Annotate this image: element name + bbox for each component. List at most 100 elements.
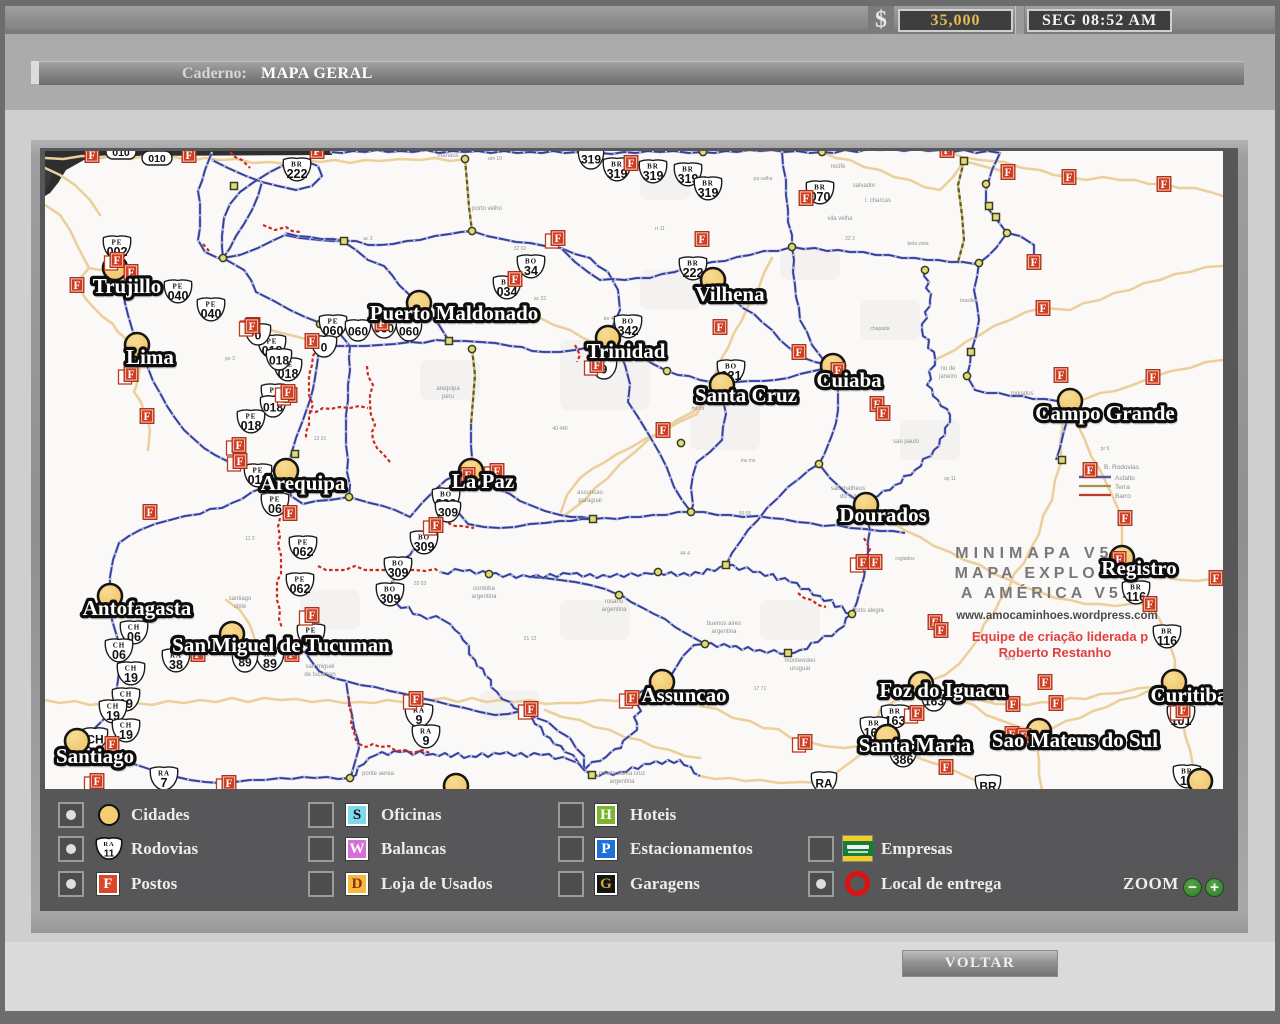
svg-text:Santa Cruz: Santa Cruz	[695, 383, 797, 407]
svg-text:40 440: 40 440	[552, 426, 568, 432]
svg-text:F: F	[113, 255, 120, 267]
svg-text:Cuiaba: Cuiaba	[816, 368, 882, 392]
svg-text:porto alegre: porto alegre	[852, 608, 885, 614]
svg-text:F: F	[93, 776, 100, 788]
svg-text:manaus: manaus	[437, 153, 458, 159]
svg-text:19: 19	[119, 728, 133, 742]
svg-text:062: 062	[293, 545, 314, 559]
svg-text:F: F	[412, 694, 419, 706]
svg-text:Arequipa: Arequipa	[261, 471, 346, 495]
svg-text:sao matheus: sao matheus	[831, 486, 865, 492]
svg-text:9: 9	[423, 734, 430, 748]
svg-text:F: F	[1065, 172, 1072, 184]
svg-text:F: F	[801, 737, 808, 749]
svg-text:060: 060	[348, 325, 368, 339]
svg-text:www.amocaminhoes.wordpress.com: www.amocaminhoes.wordpress.com	[955, 610, 1158, 622]
svg-text:F: F	[1004, 167, 1011, 179]
svg-text:Barro: Barro	[1115, 493, 1131, 500]
svg-text:do sul: do sul	[840, 494, 856, 500]
svg-text:RA: RA	[815, 777, 833, 790]
svg-text:ms ms: ms ms	[741, 458, 756, 464]
svg-text:116: 116	[1157, 634, 1177, 648]
svg-text:F: F	[627, 158, 634, 170]
svg-text:F: F	[554, 233, 561, 245]
svg-text:recife: recife	[831, 164, 846, 170]
svg-text:Sao Mateus do Sul: Sao Mateus do Sul	[992, 728, 1158, 752]
svg-text:Dourados: Dourados	[839, 503, 927, 527]
svg-text:034: 034	[497, 285, 518, 299]
svg-text:309: 309	[414, 540, 435, 554]
svg-text:50 05: 50 05	[739, 511, 752, 517]
svg-text:319: 319	[698, 186, 719, 200]
svg-text:montevideo: montevideo	[784, 658, 816, 664]
svg-text:F: F	[236, 456, 243, 468]
svg-text:F: F	[88, 151, 95, 162]
svg-text:040: 040	[168, 289, 189, 303]
svg-text:vila velha: vila velha	[827, 216, 853, 222]
svg-text:argentina: argentina	[711, 629, 737, 635]
svg-text:F: F	[127, 369, 134, 381]
svg-text:de tucuman: de tucuman	[304, 672, 335, 678]
svg-text:010: 010	[112, 151, 130, 159]
svg-text:309: 309	[388, 566, 409, 580]
svg-text:222: 222	[287, 167, 308, 181]
svg-text:Vilhena: Vilhena	[695, 282, 765, 306]
svg-text:F: F	[871, 557, 878, 569]
svg-text:F: F	[1041, 677, 1048, 689]
svg-text:rosario: rosario	[605, 599, 624, 605]
svg-text:F: F	[659, 425, 666, 437]
svg-text:Registro: Registro	[1101, 556, 1176, 580]
svg-text:F: F	[511, 274, 518, 286]
svg-text:33 03: 33 03	[414, 581, 427, 587]
svg-text:34: 34	[524, 264, 538, 278]
svg-text:BR: BR	[979, 780, 997, 790]
svg-text:F: F	[1160, 179, 1167, 191]
svg-text:32 02: 32 02	[514, 246, 527, 252]
svg-text:ponte aerea: ponte aerea	[362, 771, 395, 777]
svg-text:06: 06	[268, 502, 282, 516]
svg-text:018: 018	[241, 419, 262, 433]
svg-text:38: 38	[169, 658, 183, 672]
svg-text:F: F	[1212, 573, 1219, 585]
svg-text:F: F	[1086, 465, 1093, 477]
svg-text:F: F	[913, 708, 920, 720]
svg-text:chile: chile	[234, 604, 247, 610]
svg-text:319: 319	[581, 153, 601, 167]
svg-text:F: F	[308, 336, 315, 348]
svg-text:Puerto Maldonado: Puerto Maldonado	[370, 301, 539, 325]
svg-text:Santa Maria: Santa Maria	[859, 733, 972, 757]
svg-text:pr 9: pr 9	[1101, 446, 1110, 452]
svg-text:F: F	[1030, 257, 1037, 269]
svg-text:17 71: 17 71	[754, 686, 767, 692]
svg-text:F: F	[859, 557, 866, 569]
svg-text:309: 309	[380, 592, 401, 606]
svg-text:F: F	[146, 507, 153, 519]
svg-text:brasilia: brasilia	[960, 298, 976, 304]
svg-text:sp 11: sp 11	[944, 476, 956, 482]
svg-text:062: 062	[290, 582, 311, 596]
svg-text:Foz do Iguacu: Foz do Iguacu	[879, 678, 1007, 702]
svg-text:porto velho: porto velho	[472, 206, 502, 212]
svg-text:salvador: salvador	[853, 183, 876, 189]
svg-text:F: F	[879, 408, 886, 420]
svg-text:Terra: Terra	[1115, 484, 1130, 491]
svg-text:Assuncao: Assuncao	[641, 683, 726, 707]
svg-text:Santiago: Santiago	[56, 744, 134, 768]
svg-text:44 4: 44 4	[680, 551, 690, 557]
svg-text:rogiados: rogiados	[895, 556, 915, 562]
svg-text:Curitiba: Curitiba	[1150, 683, 1223, 707]
svg-text:F: F	[313, 151, 320, 158]
svg-text:F: F	[943, 151, 950, 157]
svg-text:Trinidad: Trinidad	[587, 339, 666, 363]
svg-text:89: 89	[263, 657, 277, 671]
svg-text:F: F	[716, 322, 723, 334]
svg-text:7: 7	[161, 776, 168, 789]
svg-text:F: F	[308, 610, 315, 622]
svg-text:F: F	[795, 347, 802, 359]
svg-text:F: F	[1146, 599, 1153, 611]
svg-text:argentina: argentina	[609, 779, 635, 785]
svg-text:Antofagasta: Antofagasta	[83, 596, 192, 620]
svg-text:319: 319	[643, 169, 664, 183]
svg-text:F: F	[937, 625, 944, 637]
svg-text:puerto santa cruz: puerto santa cruz	[599, 771, 645, 777]
